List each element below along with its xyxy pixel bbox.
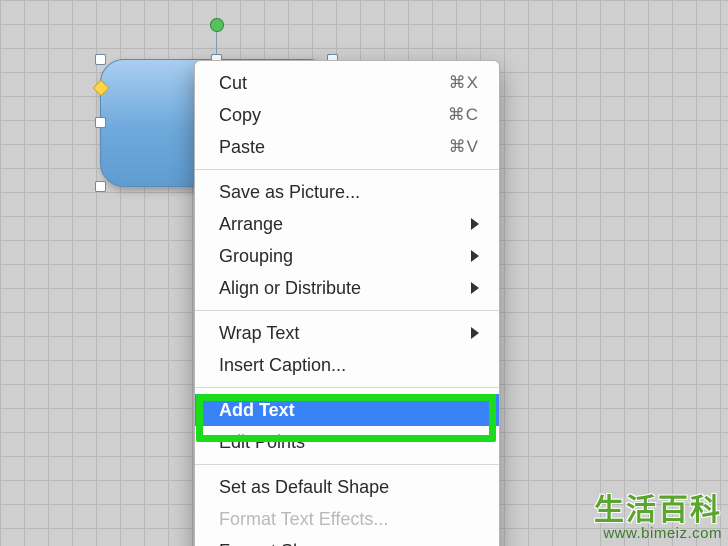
rotation-handle[interactable] <box>210 18 224 32</box>
menu-item-grouping[interactable]: Grouping <box>195 240 499 272</box>
corner-radius-adjust-handle[interactable] <box>93 80 110 97</box>
context-menu: Cut ⌘X Copy ⌘C Paste ⌘V Save as Picture.… <box>194 60 500 546</box>
menu-shortcut: ⌘X <box>449 70 479 96</box>
watermark-title: 生活百科 <box>594 495 722 527</box>
rotation-stem <box>216 32 217 55</box>
menu-item-paste[interactable]: Paste ⌘V <box>195 131 499 163</box>
resize-handle-top-left[interactable] <box>95 54 106 65</box>
menu-separator <box>195 310 499 311</box>
menu-item-format-text-effects: Format Text Effects... <box>195 503 499 535</box>
menu-item-save-as-picture[interactable]: Save as Picture... <box>195 176 499 208</box>
menu-item-edit-points[interactable]: Edit Points <box>195 426 499 458</box>
menu-shortcut: ⌘V <box>449 134 479 160</box>
menu-label: Cut <box>219 70 247 96</box>
menu-item-cut[interactable]: Cut ⌘X <box>195 67 499 99</box>
menu-label: Add Text <box>219 397 295 423</box>
menu-label: Align or Distribute <box>219 275 361 301</box>
menu-label: Set as Default Shape <box>219 474 389 500</box>
menu-label: Paste <box>219 134 265 160</box>
drawing-canvas[interactable]: Cut ⌘X Copy ⌘C Paste ⌘V Save as Picture.… <box>0 0 728 546</box>
menu-label: Format Text Effects... <box>219 506 388 532</box>
watermark-url: www.bimeiz.com <box>594 526 722 542</box>
submenu-arrow-icon <box>471 218 479 230</box>
menu-separator <box>195 387 499 388</box>
menu-label: Grouping <box>219 243 293 269</box>
menu-shortcut: ⌘C <box>448 102 479 128</box>
menu-label: Arrange <box>219 211 283 237</box>
menu-item-format-shape[interactable]: Format Shape... <box>195 535 499 546</box>
resize-handle-middle-left[interactable] <box>95 117 106 128</box>
submenu-arrow-icon <box>471 250 479 262</box>
menu-label: Edit Points <box>219 429 305 455</box>
watermark: 生活百科 www.bimeiz.com <box>594 495 722 542</box>
menu-item-add-text[interactable]: Add Text <box>195 394 499 426</box>
menu-item-set-default-shape[interactable]: Set as Default Shape <box>195 471 499 503</box>
menu-item-insert-caption[interactable]: Insert Caption... <box>195 349 499 381</box>
menu-separator <box>195 464 499 465</box>
menu-item-copy[interactable]: Copy ⌘C <box>195 99 499 131</box>
menu-separator <box>195 169 499 170</box>
menu-label: Wrap Text <box>219 320 299 346</box>
menu-label: Format Shape... <box>219 538 348 546</box>
menu-label: Copy <box>219 102 261 128</box>
menu-label: Insert Caption... <box>219 352 346 378</box>
submenu-arrow-icon <box>471 282 479 294</box>
menu-item-arrange[interactable]: Arrange <box>195 208 499 240</box>
menu-label: Save as Picture... <box>219 179 360 205</box>
menu-item-align-or-distribute[interactable]: Align or Distribute <box>195 272 499 304</box>
menu-item-wrap-text[interactable]: Wrap Text <box>195 317 499 349</box>
resize-handle-bottom-left[interactable] <box>95 181 106 192</box>
submenu-arrow-icon <box>471 327 479 339</box>
